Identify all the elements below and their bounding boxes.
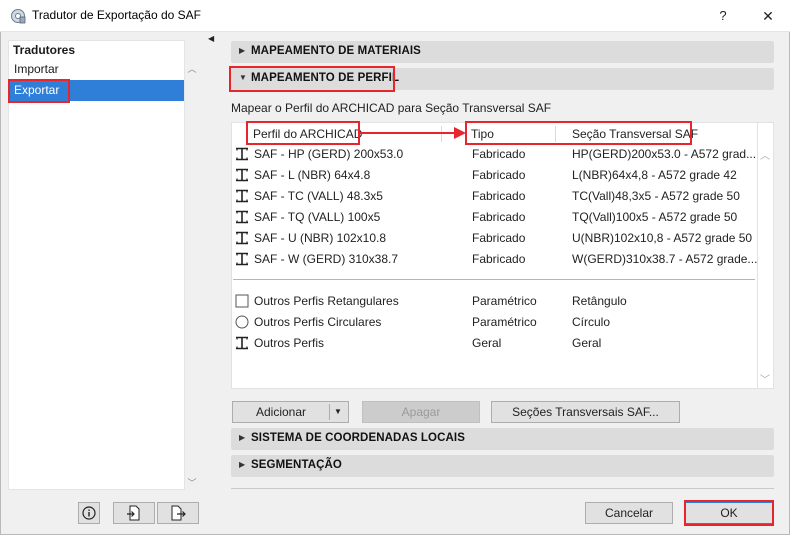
dropdown-arrow-icon[interactable]: ▼	[334, 402, 342, 422]
i-beam-icon	[236, 231, 248, 245]
table-row[interactable]: SAF - TC (VALL) 48.3x5 Fabricado TC(Vall…	[232, 186, 757, 207]
highlight-export	[8, 79, 70, 103]
translators-header: Tradutores	[13, 43, 76, 57]
info-icon	[82, 506, 96, 520]
row-profile-name: SAF - HP (GERD) 200x53.0	[254, 147, 404, 161]
list-scroll-up-icon[interactable]: ︿	[186, 62, 198, 74]
info-button[interactable]	[78, 502, 100, 524]
add-button-label: Adicionar	[255, 405, 307, 419]
i-beam-icon	[236, 210, 248, 224]
section-segmentation-label: SEGMENTAÇÃO	[251, 459, 342, 471]
expand-arrow-icon: ▶	[239, 460, 246, 469]
import-file-button[interactable]	[113, 502, 155, 524]
export-file-icon	[171, 505, 186, 521]
row-type: Fabricado	[472, 210, 526, 224]
translators-list	[8, 40, 185, 490]
window-title: Tradutor de Exportação do SAF	[32, 8, 201, 22]
row-saf-section: Geral	[572, 336, 602, 350]
row-type: Fabricado	[472, 147, 526, 161]
row-profile-name: SAF - U (NBR) 102x10.8	[254, 231, 387, 245]
highlight-profile-section	[229, 66, 395, 92]
row-type: Fabricado	[472, 189, 526, 203]
profile-description: Mapear o Perfil do ARCHICAD para Seção T…	[231, 101, 552, 115]
split-divider	[329, 404, 330, 420]
table-scrollbar[interactable]: ︿ ﹀	[758, 122, 774, 389]
row-type: Fabricado	[472, 168, 526, 182]
row-saf-section: TC(Vall)48,3x5 - A572 grade 50	[572, 189, 740, 203]
footer-separator	[231, 488, 774, 489]
section-segmentation[interactable]: ▶ SEGMENTAÇÃO	[231, 455, 774, 477]
row-profile-name: Outros Perfis	[254, 336, 325, 350]
row-profile-name: SAF - W (GERD) 310x38.7	[254, 252, 399, 266]
section-materials[interactable]: ▶ MAPEAMENTO DE MATERIAIS	[231, 41, 774, 63]
row-profile-name: Outros Perfis Retangulares	[254, 294, 399, 308]
table-row[interactable]: SAF - L (NBR) 64x4.8 Fabricado L(NBR)64x…	[232, 165, 757, 186]
help-button[interactable]: ?	[706, 0, 740, 32]
table-row[interactable]: Outros Perfis Geral Geral	[232, 333, 757, 354]
highlight-type-section-columns	[465, 121, 692, 145]
export-file-button[interactable]	[157, 502, 199, 524]
list-scroll-down-icon[interactable]: ﹀	[186, 476, 198, 488]
saf-sections-button[interactable]: Seções Transversais SAF...	[491, 401, 680, 423]
table-row[interactable]: SAF - HP (GERD) 200x53.0 Fabricado HP(GE…	[232, 144, 757, 165]
square-icon	[235, 294, 249, 308]
expand-arrow-icon: ▶	[239, 433, 246, 442]
table-divider	[233, 279, 755, 280]
i-beam-icon	[236, 147, 248, 161]
i-beam-icon	[236, 336, 248, 350]
row-saf-section: Retângulo	[572, 294, 627, 308]
row-saf-section: W(GERD)310x38.7 - A572 grade...	[572, 252, 758, 266]
table-row[interactable]: SAF - TQ (VALL) 100x5 Fabricado TQ(Vall)…	[232, 207, 757, 228]
app-icon	[11, 9, 26, 24]
table-row[interactable]: SAF - W (GERD) 310x38.7 Fabricado W(GERD…	[232, 249, 757, 270]
i-beam-icon	[236, 189, 248, 203]
i-beam-icon	[236, 168, 248, 182]
row-type: Fabricado	[472, 252, 526, 266]
highlight-ok	[684, 500, 774, 526]
row-type: Fabricado	[472, 231, 526, 245]
row-profile-name: SAF - L (NBR) 64x4.8	[254, 168, 371, 182]
row-saf-section: TQ(Vall)100x5 - A572 grade 50	[572, 210, 738, 224]
delete-button[interactable]: Apagar	[362, 401, 480, 423]
row-saf-section: Círculo	[572, 315, 611, 329]
cancel-button[interactable]: Cancelar	[585, 502, 673, 524]
row-profile-name: Outros Perfis Circulares	[254, 315, 382, 329]
mapping-arrow-icon	[360, 127, 466, 139]
expand-arrow-icon: ▶	[239, 46, 246, 55]
section-local-coords[interactable]: ▶ SISTEMA DE COORDENADAS LOCAIS	[231, 428, 774, 450]
scroll-up-icon[interactable]: ︿	[760, 147, 770, 162]
row-type: Paramétrico	[472, 294, 537, 308]
row-saf-section: HP(GERD)200x53.0 - A572 grad...	[572, 147, 757, 161]
row-profile-name: SAF - TQ (VALL) 100x5	[254, 210, 381, 224]
scroll-down-icon[interactable]: ﹀	[760, 371, 770, 386]
circle-icon	[235, 315, 249, 329]
collapse-panel-icon[interactable]: ◀	[208, 34, 214, 43]
table-row[interactable]: Outros Perfis Circulares Paramétrico Cír…	[232, 312, 757, 333]
row-type: Paramétrico	[472, 315, 537, 329]
section-coords-label: SISTEMA DE COORDENADAS LOCAIS	[251, 432, 465, 444]
table-row[interactable]: Outros Perfis Retangulares Paramétrico R…	[232, 291, 757, 312]
close-button[interactable]: ✕	[748, 0, 788, 32]
add-button[interactable]: Adicionar ▼	[232, 401, 349, 423]
row-type: Geral	[472, 336, 502, 350]
table-row[interactable]: SAF - U (NBR) 102x10.8 Fabricado U(NBR)1…	[232, 228, 757, 249]
section-materials-label: MAPEAMENTO DE MATERIAIS	[251, 45, 421, 57]
row-saf-section: U(NBR)102x10,8 - A572 grade 50	[572, 231, 753, 245]
row-profile-name: SAF - TC (VALL) 48.3x5	[254, 189, 383, 203]
import-file-icon	[127, 505, 140, 521]
highlight-archicad-column	[246, 121, 360, 145]
i-beam-icon	[236, 252, 248, 266]
row-saf-section: L(NBR)64x4,8 - A572 grade 42	[572, 168, 737, 182]
translator-item-import[interactable]: Importar	[9, 59, 184, 80]
